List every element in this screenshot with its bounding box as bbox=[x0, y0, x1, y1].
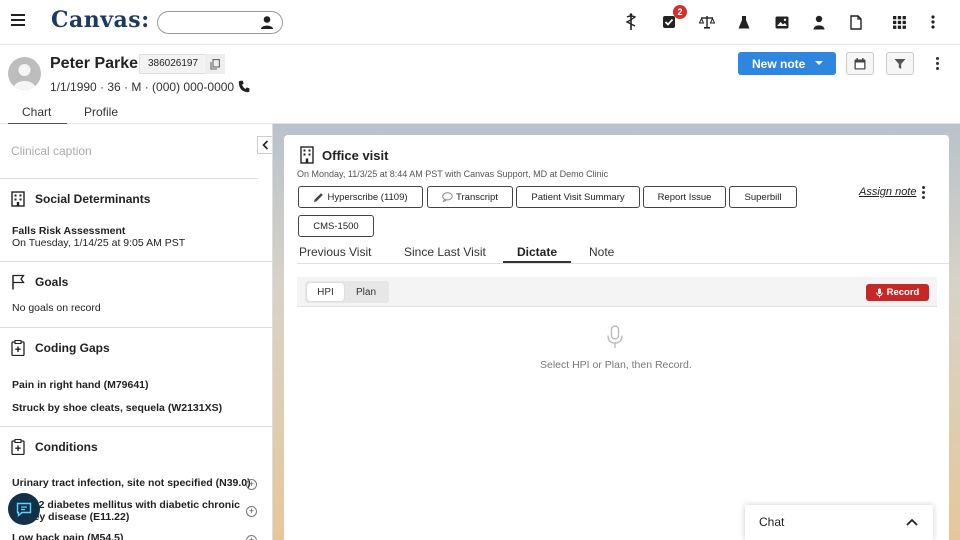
microphone-icon bbox=[607, 325, 623, 348]
avatar[interactable] bbox=[8, 57, 41, 90]
clinical-caption-input[interactable] bbox=[0, 124, 258, 179]
tab-note[interactable]: Note bbox=[589, 245, 614, 259]
new-note-button[interactable]: New note bbox=[738, 52, 836, 75]
more-vertical-icon[interactable] bbox=[924, 13, 942, 31]
apps-grid-icon[interactable] bbox=[890, 13, 908, 31]
task-count-badge: 2 bbox=[673, 5, 687, 19]
tab-dictate[interactable]: Dictate bbox=[517, 245, 557, 259]
cms-1500-button[interactable]: CMS-1500 bbox=[298, 215, 374, 237]
section-header[interactable]: Social Determinants bbox=[11, 191, 150, 207]
filter-button[interactable] bbox=[886, 52, 914, 75]
sdoh-item[interactable]: Falls Risk Assessment bbox=[12, 225, 125, 237]
record-label: Record bbox=[886, 287, 920, 298]
filter-icon bbox=[894, 58, 906, 69]
hyperscribe-button[interactable]: Hyperscribe (1109) bbox=[298, 186, 423, 208]
tabs-divider bbox=[297, 263, 949, 264]
coding-gap-item[interactable]: Struck by shoe cleats, sequela (W2131XS) bbox=[12, 402, 222, 414]
conditions-section: Conditions Urinary tract infection, site… bbox=[0, 427, 272, 540]
dictate-toolbar bbox=[297, 277, 937, 307]
tasks-icon[interactable]: 2 bbox=[660, 5, 687, 31]
search-input[interactable] bbox=[168, 15, 258, 30]
section-title: Social Determinants bbox=[35, 192, 151, 206]
tab-since-last-visit[interactable]: Since Last Visit bbox=[404, 245, 486, 259]
ai-assistant-button[interactable] bbox=[8, 493, 40, 525]
document-icon[interactable] bbox=[847, 13, 865, 31]
clipboard-plus-icon bbox=[11, 439, 25, 455]
tab-chart[interactable]: Chart bbox=[8, 105, 67, 125]
social-determinants-section: Social Determinants Falls Risk Assessmen… bbox=[0, 179, 272, 262]
superbill-button[interactable]: Superbill bbox=[729, 186, 797, 208]
chevron-left-icon bbox=[261, 140, 268, 150]
goals-empty-text: No goals on record bbox=[12, 302, 101, 314]
chat-sparkle-icon bbox=[16, 502, 32, 517]
section-title: Goals bbox=[35, 275, 69, 289]
dictate-hint: Select HPI or Plan, then Record. bbox=[540, 359, 692, 371]
pencil-icon bbox=[314, 192, 324, 202]
hpi-toggle-button[interactable]: HPI bbox=[307, 283, 344, 301]
calendar-icon bbox=[854, 57, 866, 69]
section-header[interactable]: Goals bbox=[11, 274, 68, 290]
note-title: Office visit bbox=[322, 148, 389, 163]
patient-demographics: 1/1/1990 · 36 · M · (000) 000-0000 bbox=[50, 80, 235, 94]
menu-icon[interactable] bbox=[11, 14, 25, 26]
section-header[interactable]: Conditions bbox=[11, 439, 98, 455]
speech-bubble-icon bbox=[442, 192, 453, 202]
search-box[interactable] bbox=[157, 11, 283, 34]
building-icon bbox=[300, 146, 314, 164]
flask-icon[interactable] bbox=[735, 13, 753, 31]
collapse-sidebar-button[interactable] bbox=[257, 136, 272, 154]
chart-sidebar: Social Determinants Falls Risk Assessmen… bbox=[0, 124, 273, 540]
chevron-down-icon bbox=[815, 61, 823, 65]
condition-item[interactable]: Type 2 diabetes mellitus with diabetic c… bbox=[12, 499, 240, 511]
note-more-options-icon[interactable] bbox=[922, 186, 926, 200]
patient-name: Peter Parker bbox=[50, 55, 145, 72]
canvas-logo[interactable]: Canvas: bbox=[51, 7, 150, 33]
transcript-label: Transcript bbox=[456, 191, 498, 203]
flag-icon bbox=[12, 274, 25, 290]
calendar-button[interactable] bbox=[846, 52, 874, 75]
copy-icon[interactable] bbox=[205, 54, 225, 74]
scales-icon[interactable] bbox=[698, 13, 716, 31]
tab-previous-visit[interactable]: Previous Visit bbox=[299, 245, 371, 259]
add-circle-icon[interactable]: + bbox=[246, 535, 257, 540]
note-subtitle: On Monday, 11/3/25 at 8:44 AM PST with C… bbox=[297, 169, 609, 179]
top-bar: Canvas: 2 bbox=[0, 0, 960, 45]
patient-id: 386026197 bbox=[139, 54, 208, 74]
assign-note-link[interactable]: Assign note bbox=[859, 186, 916, 198]
patient-header: Peter Parker 386026197 1/1/1990 · 36 · M… bbox=[0, 45, 960, 125]
chat-panel-toggle[interactable]: Chat bbox=[745, 505, 933, 540]
active-tab-indicator bbox=[503, 261, 571, 263]
section-title: Coding Gaps bbox=[35, 341, 110, 355]
more-options-icon[interactable] bbox=[936, 57, 940, 71]
report-issue-button[interactable]: Report Issue bbox=[643, 186, 726, 208]
section-header[interactable]: Coding Gaps bbox=[11, 340, 110, 356]
condition-item[interactable]: Urinary tract infection, site not specif… bbox=[12, 477, 251, 489]
image-icon[interactable] bbox=[773, 13, 791, 31]
building-icon bbox=[11, 191, 25, 207]
person-search-icon[interactable] bbox=[260, 15, 274, 30]
tab-profile[interactable]: Profile bbox=[84, 105, 118, 123]
new-note-label: New note bbox=[752, 56, 806, 71]
add-circle-icon[interactable]: + bbox=[246, 506, 257, 517]
microphone-icon bbox=[875, 288, 883, 297]
person-icon[interactable] bbox=[810, 13, 828, 31]
patient-visit-summary-button[interactable]: Patient Visit Summary bbox=[516, 186, 640, 208]
chevron-up-icon bbox=[906, 518, 918, 526]
clipboard-plus-icon bbox=[11, 340, 25, 356]
caduceus-icon[interactable] bbox=[622, 13, 640, 31]
condition-item[interactable]: Low back pain (M54.5) bbox=[12, 532, 123, 540]
goals-section: Goals No goals on record bbox=[0, 262, 272, 328]
add-circle-icon[interactable]: + bbox=[246, 479, 257, 490]
plan-toggle-button[interactable]: Plan bbox=[346, 283, 386, 301]
record-button[interactable]: Record bbox=[866, 284, 929, 301]
section-title: Conditions bbox=[35, 440, 98, 454]
coding-gap-item[interactable]: Pain in right hand (M79641) bbox=[12, 379, 149, 391]
phone-icon[interactable] bbox=[238, 80, 250, 93]
transcript-button[interactable]: Transcript bbox=[427, 186, 513, 208]
top-toolbar: 2 bbox=[600, 0, 960, 45]
chat-label: Chat bbox=[759, 515, 785, 529]
hyperscribe-label: Hyperscribe (1109) bbox=[327, 191, 408, 203]
coding-gaps-section: Coding Gaps Pain in right hand (M79641) … bbox=[0, 328, 272, 427]
sdoh-item-date: On Tuesday, 1/14/25 at 9:05 AM PST bbox=[12, 237, 186, 249]
